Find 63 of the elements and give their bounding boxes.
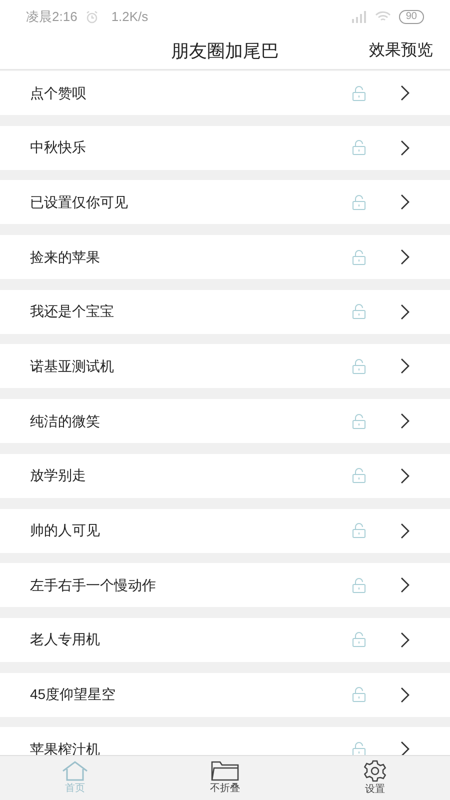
item-label: 纯洁的微笑 bbox=[30, 412, 101, 431]
chevron-right-icon bbox=[400, 413, 410, 430]
item-label: 放学别走 bbox=[30, 466, 87, 486]
item-label: 点个赞呗 bbox=[30, 84, 87, 102]
item-label: 诺基亚测试机 bbox=[30, 356, 115, 376]
list-item[interactable]: 我还是个宝宝 bbox=[0, 290, 450, 334]
chevron-right-icon bbox=[400, 85, 410, 101]
list-item[interactable]: 帅的人可见 bbox=[0, 508, 450, 552]
list-item[interactable]: 中秋快乐 bbox=[0, 126, 450, 170]
list-item[interactable]: 左手右手一个慢动作 bbox=[0, 563, 450, 608]
chevron-right-icon bbox=[400, 686, 410, 703]
list-item[interactable]: 老人专用机 bbox=[0, 618, 450, 662]
unlock-icon bbox=[352, 523, 366, 538]
unlock-icon bbox=[352, 687, 366, 702]
item-label: 捡来的苹果 bbox=[30, 248, 101, 267]
chevron-right-icon bbox=[400, 194, 410, 210]
item-label: 我还是个宝宝 bbox=[30, 302, 115, 322]
chevron-right-icon bbox=[400, 632, 410, 648]
list-item[interactable]: 已设置仅你可见 bbox=[0, 180, 450, 224]
wifi-icon bbox=[374, 10, 391, 22]
chevron-right-icon bbox=[400, 577, 410, 594]
alarm-icon bbox=[85, 10, 100, 24]
list-item[interactable]: 45度仰望星空 bbox=[0, 672, 450, 717]
chevron-right-icon bbox=[400, 304, 410, 320]
chevron-right-icon bbox=[400, 358, 410, 374]
preview-button[interactable]: 效果预览 bbox=[369, 39, 433, 63]
page-title: 朋友圈加尾巴 bbox=[171, 40, 279, 62]
chevron-right-icon bbox=[400, 468, 410, 484]
home-icon bbox=[62, 761, 88, 781]
list-item[interactable]: 纯洁的微笑 bbox=[0, 399, 450, 444]
list-item[interactable]: 放学别走 bbox=[0, 454, 450, 498]
network-speed: 1.2K/s bbox=[111, 8, 148, 26]
item-label: 老人专用机 bbox=[30, 630, 101, 650]
signal-icon bbox=[350, 10, 367, 22]
chevron-right-icon bbox=[400, 741, 410, 755]
unlock-icon bbox=[352, 468, 366, 484]
battery-icon: 90 bbox=[398, 10, 424, 24]
item-label: 已设置仅你可见 bbox=[30, 192, 129, 212]
item-label: 45度仰望星空 bbox=[30, 685, 117, 704]
unlock-icon bbox=[352, 140, 366, 156]
chevron-right-icon bbox=[400, 522, 410, 538]
unlock-icon bbox=[352, 250, 366, 265]
chevron-right-icon bbox=[400, 249, 410, 266]
item-label: 左手右手一个慢动作 bbox=[30, 576, 157, 595]
chevron-right-icon bbox=[400, 140, 410, 156]
folder-icon bbox=[211, 761, 239, 781]
item-label: 中秋快乐 bbox=[30, 138, 87, 158]
settings-icon bbox=[364, 760, 386, 782]
list-item[interactable]: 捡来的苹果 bbox=[0, 235, 450, 280]
unlock-icon bbox=[352, 304, 366, 320]
status-time: 凌晨2:16 bbox=[26, 8, 78, 26]
nav-tab[interactable]: 不折叠 bbox=[150, 756, 300, 800]
item-label: 帅的人可见 bbox=[30, 521, 101, 540]
list-item[interactable]: 诺基亚测试机 bbox=[0, 344, 450, 388]
unlock-icon bbox=[352, 632, 366, 648]
unlock-icon bbox=[352, 742, 366, 755]
unlock-icon bbox=[352, 358, 366, 374]
unlock-icon bbox=[352, 578, 366, 593]
list-item[interactable]: 点个赞呗 bbox=[0, 71, 450, 115]
nav-tab[interactable]: 设置 bbox=[300, 756, 450, 800]
unlock-icon bbox=[352, 414, 366, 429]
unlock-icon bbox=[352, 194, 366, 210]
unlock-icon bbox=[352, 86, 366, 100]
